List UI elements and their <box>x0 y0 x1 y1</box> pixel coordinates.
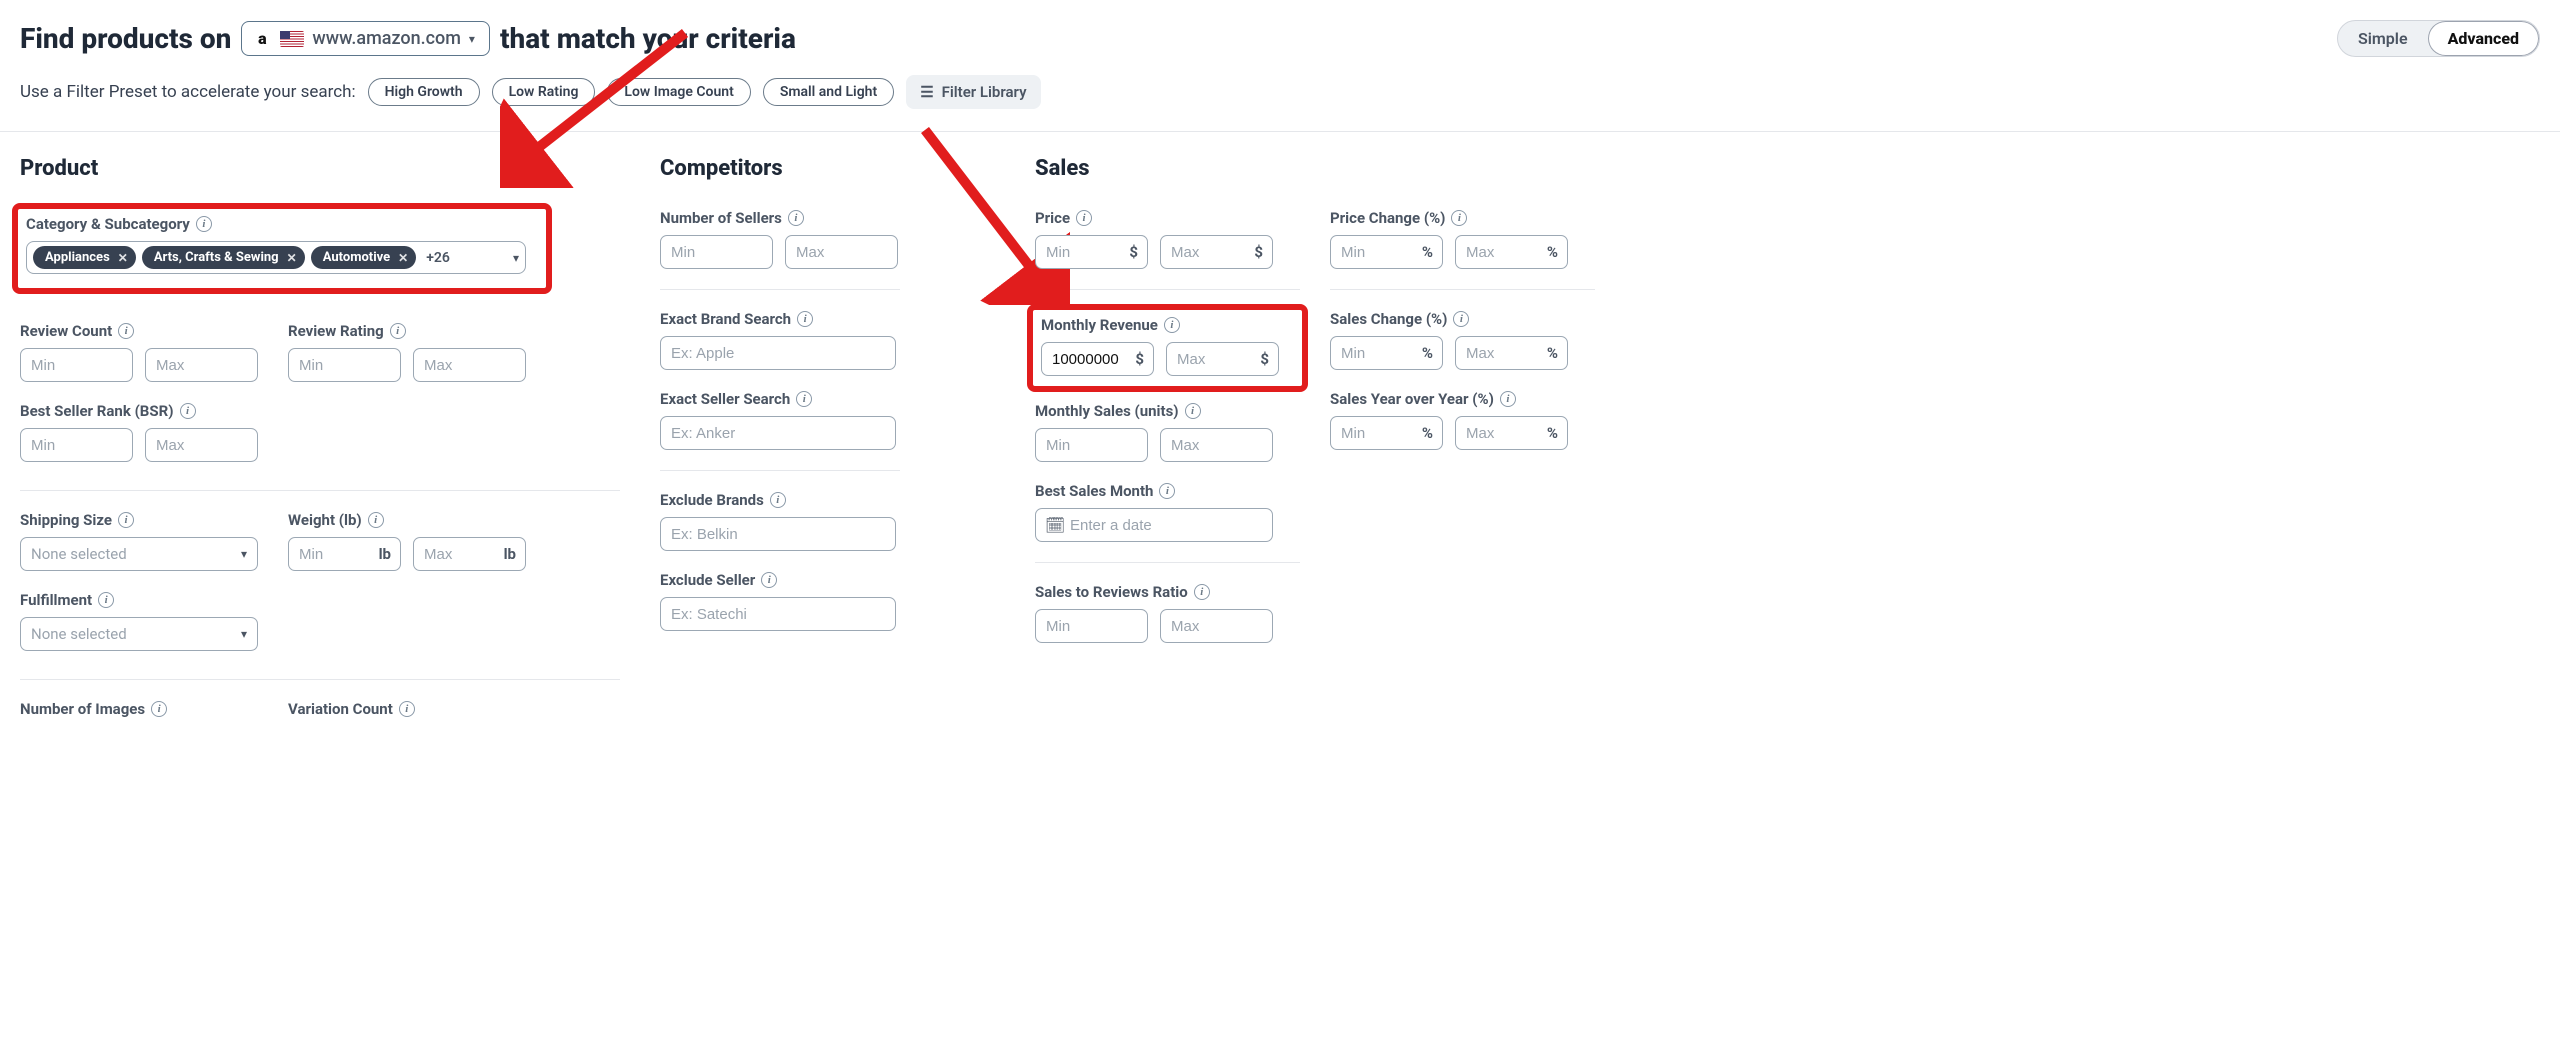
chip-arts[interactable]: Arts, Crafts & Sewing✕ <box>142 246 305 269</box>
price-change-label: Price Change (%)i <box>1330 209 1595 227</box>
close-icon[interactable]: ✕ <box>398 251 408 265</box>
yoy-label: Sales Year over Year (%)i <box>1330 390 1595 408</box>
info-icon[interactable]: i <box>399 701 415 717</box>
review-rating-min[interactable] <box>288 348 401 382</box>
fulfillment-select[interactable]: None selected▾ <box>20 617 258 651</box>
price-label: Pricei <box>1035 209 1300 227</box>
revenue-label: Monthly Revenuei <box>1041 316 1294 334</box>
seller-search-label: Exact Seller Searchi <box>660 390 1015 408</box>
brand-search-label: Exact Brand Searchi <box>660 310 1015 328</box>
preset-low-image-count[interactable]: Low Image Count <box>607 78 750 106</box>
info-icon[interactable]: i <box>1076 210 1092 226</box>
mode-simple[interactable]: Simple <box>2338 21 2428 56</box>
info-icon[interactable]: i <box>98 592 114 608</box>
highlight-category: Category & Subcategory i Appliances✕ Art… <box>12 203 552 294</box>
us-flag-icon <box>280 31 304 47</box>
info-icon[interactable]: i <box>1451 210 1467 226</box>
brand-search-input[interactable] <box>660 336 896 370</box>
title-part-1: Find products on <box>20 22 231 55</box>
exclude-brands-label: Exclude Brandsi <box>660 491 1015 509</box>
highlight-revenue: Monthly Revenuei $ $ <box>1027 304 1308 392</box>
units-max[interactable] <box>1160 428 1273 462</box>
chip-more[interactable]: +26 <box>422 250 454 266</box>
title-part-2: that match your criteria <box>500 22 796 55</box>
variation-label: Variation Counti <box>288 700 526 718</box>
fulfillment-label: Fulfillmenti <box>20 591 258 609</box>
info-icon[interactable]: i <box>796 391 812 407</box>
ratio-label: Sales to Reviews Ratioi <box>1035 583 1300 601</box>
review-rating-label: Review Ratingi <box>288 322 526 340</box>
info-icon[interactable]: i <box>118 512 134 528</box>
review-rating-max[interactable] <box>413 348 526 382</box>
chip-appliances[interactable]: Appliances✕ <box>33 246 136 269</box>
exclude-seller-label: Exclude Selleri <box>660 571 1015 589</box>
units-min[interactable] <box>1035 428 1148 462</box>
filter-library-button[interactable]: ☰ Filter Library <box>906 75 1040 109</box>
exclude-brands-input[interactable] <box>660 517 896 551</box>
mode-advanced[interactable]: Advanced <box>2428 21 2539 56</box>
weight-label: Weight (lb)i <box>288 511 526 529</box>
info-icon[interactable]: i <box>180 403 196 419</box>
review-count-min[interactable] <box>20 348 133 382</box>
sellers-max[interactable] <box>785 235 898 269</box>
filter-library-label: Filter Library <box>942 83 1027 101</box>
sellers-min[interactable] <box>660 235 773 269</box>
info-icon[interactable]: i <box>118 323 134 339</box>
bsr-label: Best Seller Rank (BSR)i <box>20 402 258 420</box>
exclude-seller-input[interactable] <box>660 597 896 631</box>
preset-small-light[interactable]: Small and Light <box>763 78 894 106</box>
domain-select[interactable]: a www.amazon.com ▾ <box>241 21 490 56</box>
ratio-min[interactable] <box>1035 609 1148 643</box>
sales-change-label: Sales Change (%)i <box>1330 310 1595 328</box>
info-icon[interactable]: i <box>1185 403 1201 419</box>
info-icon[interactable]: i <box>1500 391 1516 407</box>
close-icon[interactable]: ✕ <box>287 251 297 265</box>
units-label: Monthly Sales (units)i <box>1035 402 1300 420</box>
section-sales-heading: Sales <box>1035 156 2520 181</box>
seller-search-input[interactable] <box>660 416 896 450</box>
info-icon[interactable]: i <box>196 216 212 232</box>
chevron-down-icon: ▾ <box>469 32 475 46</box>
bsr-min[interactable] <box>20 428 133 462</box>
info-icon[interactable]: i <box>1164 317 1180 333</box>
preset-label: Use a Filter Preset to accelerate your s… <box>20 82 356 102</box>
best-month-label: Best Sales Monthi <box>1035 482 1300 500</box>
info-icon[interactable]: i <box>770 492 786 508</box>
preset-high-growth[interactable]: High Growth <box>368 78 480 106</box>
info-icon[interactable]: i <box>1194 584 1210 600</box>
amazon-logo-icon: a <box>252 29 272 49</box>
chevron-down-icon: ▾ <box>241 627 247 641</box>
info-icon[interactable]: i <box>1159 483 1175 499</box>
section-competitors-heading: Competitors <box>660 156 1015 181</box>
info-icon[interactable]: i <box>788 210 804 226</box>
chevron-down-icon: ▾ <box>513 251 519 265</box>
sellers-label: Number of Sellersi <box>660 209 1015 227</box>
info-icon[interactable]: i <box>151 701 167 717</box>
calendar-icon: 🗓 <box>1045 516 1065 535</box>
num-images-label: Number of Imagesi <box>20 700 258 718</box>
info-icon[interactable]: i <box>1453 311 1469 327</box>
review-count-max[interactable] <box>145 348 258 382</box>
best-month-input[interactable] <box>1035 508 1273 542</box>
info-icon[interactable]: i <box>797 311 813 327</box>
bsr-max[interactable] <box>145 428 258 462</box>
review-count-label: Review Counti <box>20 322 258 340</box>
chip-automotive[interactable]: Automotive✕ <box>311 246 417 269</box>
ratio-max[interactable] <box>1160 609 1273 643</box>
mode-toggle: Simple Advanced <box>2337 20 2540 57</box>
category-select[interactable]: Appliances✕ Arts, Crafts & Sewing✕ Autom… <box>26 241 526 274</box>
category-label: Category & Subcategory i <box>26 215 538 233</box>
close-icon[interactable]: ✕ <box>118 251 128 265</box>
shipping-label: Shipping Sizei <box>20 511 258 529</box>
info-icon[interactable]: i <box>390 323 406 339</box>
shipping-select[interactable]: None selected▾ <box>20 537 258 571</box>
preset-low-rating[interactable]: Low Rating <box>492 78 596 106</box>
info-icon[interactable]: i <box>761 572 777 588</box>
page-title: Find products on a www.amazon.com ▾ that… <box>20 21 796 56</box>
library-icon: ☰ <box>920 83 933 101</box>
section-product-heading: Product <box>20 156 640 181</box>
chevron-down-icon: ▾ <box>241 547 247 561</box>
domain-value: www.amazon.com <box>312 28 461 49</box>
info-icon[interactable]: i <box>368 512 384 528</box>
